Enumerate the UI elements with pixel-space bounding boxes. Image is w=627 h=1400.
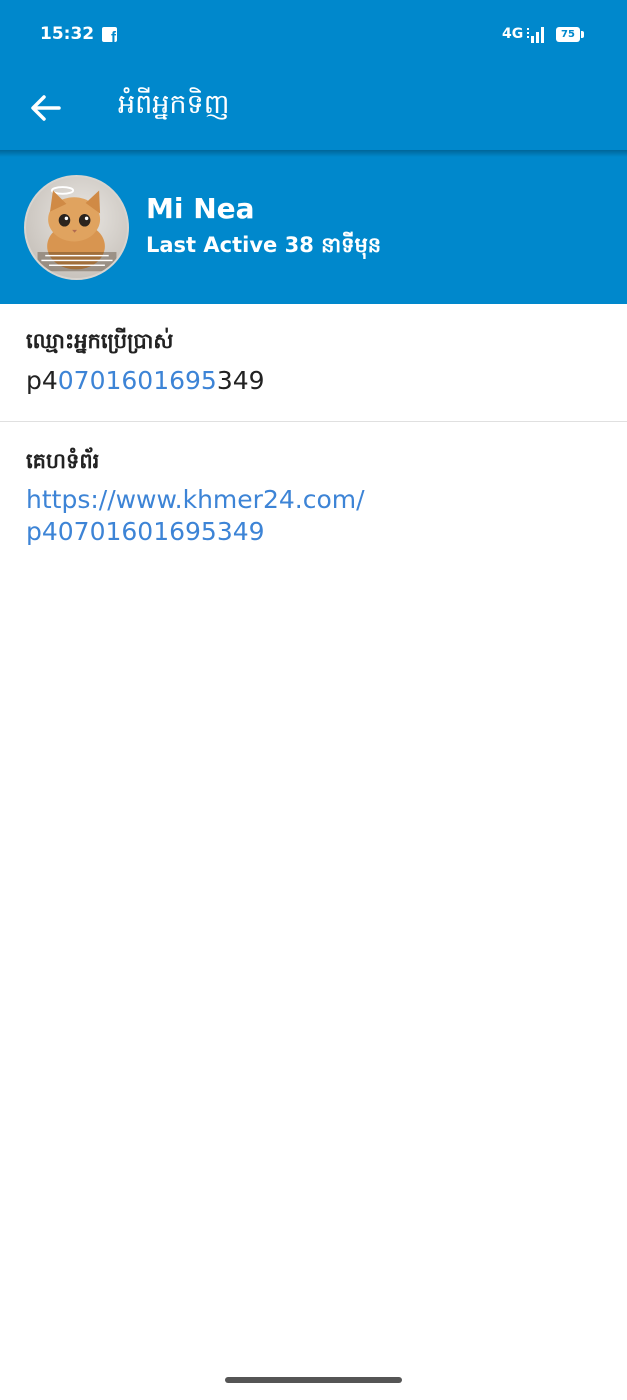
last-active-status: Last Active 38 នាទីមុន xyxy=(146,233,382,257)
status-bar: 15:32 f 4G 75 xyxy=(0,0,627,70)
battery-icon: 75 xyxy=(556,27,584,42)
page-title: អំពីអ្នកទិញ xyxy=(118,89,230,120)
username-suffix: 349 xyxy=(216,366,265,395)
avatar[interactable] xyxy=(24,175,129,280)
arrow-left-icon xyxy=(31,95,61,121)
app-bar: អំពីអ្នកទិញ xyxy=(0,70,627,150)
website-label: គេហទំព័រ xyxy=(26,449,100,473)
username-value: p40701601695349 xyxy=(26,366,265,395)
username-phone-link[interactable]: 0701601695 xyxy=(58,366,217,395)
divider xyxy=(0,421,627,422)
kitten-avatar-image xyxy=(37,186,117,272)
website-link-line2: p40701601695349 xyxy=(26,517,265,546)
profile-header: Mi Nea Last Active 38 នាទីមុន xyxy=(0,150,627,304)
website-link-line1: https://www.khmer24.com/ xyxy=(26,485,365,514)
username-label: ឈ្មោះអ្នកប្រើប្រាស់ xyxy=(26,329,174,353)
status-time: 15:32 xyxy=(40,24,95,44)
back-button[interactable] xyxy=(22,84,70,132)
website-link[interactable]: https://www.khmer24.com/ p40701601695349 xyxy=(26,484,586,548)
username-prefix: p4 xyxy=(26,366,58,395)
home-indicator[interactable] xyxy=(225,1377,402,1383)
network-type: 4G xyxy=(502,26,524,42)
profile-name: Mi Nea xyxy=(146,192,255,225)
signal-icon xyxy=(527,27,544,43)
app-bar-shadow xyxy=(0,150,627,157)
facebook-icon: f xyxy=(102,27,117,45)
